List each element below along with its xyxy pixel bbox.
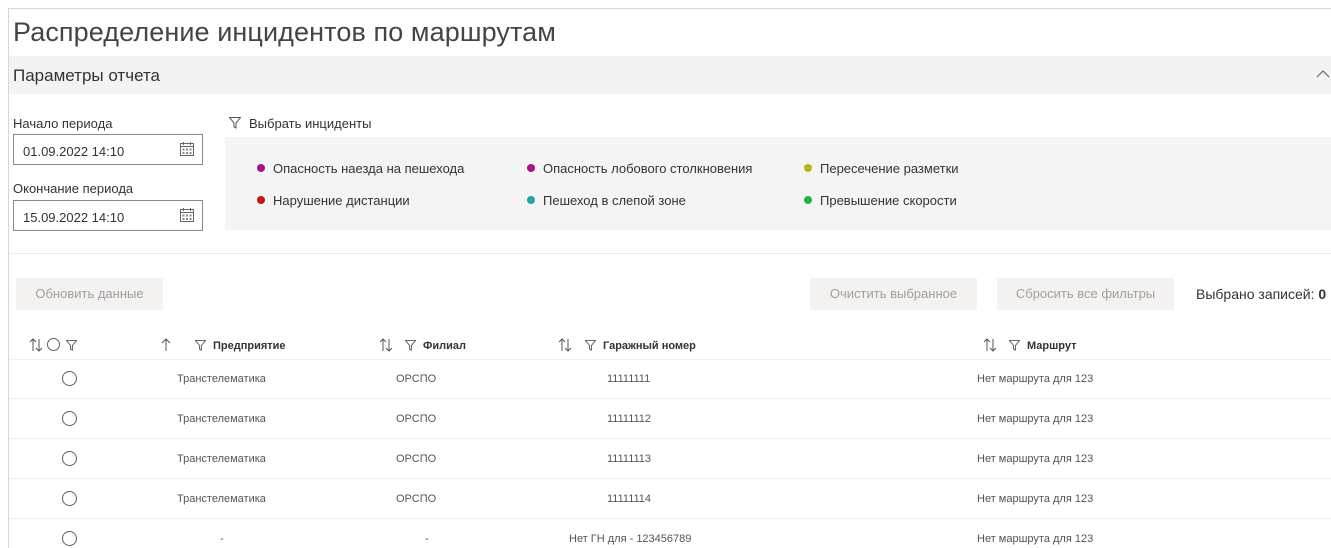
report-page: Распределение инцидентов по маршрутам Па…	[8, 8, 1331, 548]
page-title: Распределение инцидентов по маршрутам	[13, 17, 556, 47]
report-params-title: Параметры отчета	[13, 66, 161, 85]
table-divider	[9, 359, 1331, 360]
cell-route: Нет маршрута для 123	[977, 373, 1094, 385]
incident-item[interactable]: Нарушение дистанции	[257, 193, 410, 208]
cell-garage-number: 11111114	[607, 493, 652, 505]
cell-branch: -	[425, 533, 429, 545]
row-divider	[9, 478, 1331, 479]
row-divider	[9, 518, 1331, 519]
row-select-radio[interactable]	[62, 531, 77, 546]
cell-route: Нет маршрута для 123	[977, 453, 1094, 465]
column-header-garage-number[interactable]: Гаражный номер	[603, 340, 696, 352]
filter-icon[interactable]	[195, 340, 206, 351]
cell-enterprise: Транстелематика	[177, 373, 266, 385]
incident-item[interactable]: Пешеход в слепой зоне	[527, 193, 686, 208]
column-header-enterprise[interactable]: Предприятие	[213, 340, 286, 352]
filter-icon[interactable]	[405, 340, 416, 351]
row-divider	[9, 438, 1331, 439]
selected-records-value: 0	[1318, 286, 1327, 302]
section-divider	[9, 253, 1331, 254]
clear-selected-button[interactable]: Очистить выбранное	[810, 278, 977, 310]
select-all-radio[interactable]	[47, 338, 60, 351]
cell-enterprise: -	[220, 533, 224, 545]
incident-label: Превышение скорости	[820, 193, 957, 208]
cell-garage-number: Нет ГН для - 123456789	[569, 533, 692, 545]
incident-color-dot	[527, 164, 535, 172]
incident-color-dot	[257, 196, 265, 204]
sort-icon[interactable]	[983, 338, 997, 352]
cell-enterprise: Транстелематика	[177, 453, 266, 465]
incident-color-dot	[527, 196, 535, 204]
incident-color-dot	[804, 196, 812, 204]
selected-records-label: Выбрано записей:	[1196, 286, 1315, 302]
start-period-field[interactable]: 01.09.2022 14:10	[13, 134, 203, 165]
filter-icon[interactable]	[585, 340, 596, 351]
incident-label: Пешеход в слепой зоне	[543, 193, 686, 208]
cell-enterprise: Транстелематика	[177, 413, 266, 425]
row-select-radio[interactable]	[62, 491, 77, 506]
calendar-icon[interactable]	[180, 142, 194, 156]
start-period-value: 01.09.2022 14:10	[23, 144, 125, 159]
row-select-radio[interactable]	[62, 451, 77, 466]
incident-types-panel: Опасность наезда на пешехода Опасность л…	[225, 137, 1331, 230]
cell-route: Нет маршрута для 123	[977, 413, 1094, 425]
incident-color-dot	[257, 164, 265, 172]
incident-label: Пересечение разметки	[820, 161, 959, 176]
row-select-radio[interactable]	[62, 411, 77, 426]
cell-branch: ОРСПО	[396, 413, 437, 425]
sort-icon[interactable]	[558, 338, 572, 352]
report-params-header[interactable]: Параметры отчета	[9, 56, 1331, 94]
filter-icon[interactable]	[1009, 340, 1020, 351]
end-period-label: Окончание периода	[13, 181, 134, 196]
incident-item[interactable]: Пересечение разметки	[804, 161, 959, 176]
incident-item[interactable]: Опасность лобового столкновения	[527, 161, 752, 176]
chevron-up-icon[interactable]	[1316, 68, 1330, 80]
sort-ascending-icon[interactable]	[161, 338, 171, 352]
row-select-radio[interactable]	[62, 371, 77, 386]
column-header-branch[interactable]: Филиал	[423, 340, 466, 352]
incident-item[interactable]: Превышение скорости	[804, 193, 957, 208]
filter-icon[interactable]	[66, 340, 77, 351]
sort-icon[interactable]	[29, 338, 43, 352]
cell-branch: ОРСПО	[396, 453, 437, 465]
cell-branch: ОРСПО	[396, 493, 437, 505]
cell-garage-number: 11111111	[607, 373, 651, 385]
incident-label: Нарушение дистанции	[273, 193, 410, 208]
end-period-value: 15.09.2022 14:10	[23, 210, 125, 225]
refresh-data-button[interactable]: Обновить данные	[16, 278, 163, 310]
calendar-icon[interactable]	[180, 208, 194, 222]
sort-icon[interactable]	[379, 338, 393, 352]
column-header-route[interactable]: Маршрут	[1027, 340, 1077, 352]
cell-branch: ОРСПО	[396, 373, 437, 385]
incident-item[interactable]: Опасность наезда на пешехода	[257, 161, 464, 176]
cell-garage-number: 11111112	[607, 413, 652, 425]
cell-route: Нет маршрута для 123	[977, 493, 1094, 505]
end-period-field[interactable]: 15.09.2022 14:10	[13, 200, 203, 231]
incident-color-dot	[804, 164, 812, 172]
start-period-label: Начало периода	[13, 116, 113, 131]
incident-label: Опасность наезда на пешехода	[273, 161, 465, 176]
cell-garage-number: 11111113	[607, 453, 652, 465]
reset-filters-button[interactable]: Сбросить все фильтры	[997, 278, 1174, 310]
row-divider	[9, 398, 1331, 399]
filter-icon	[229, 117, 241, 129]
select-incidents-label: Выбрать инциденты	[249, 116, 372, 131]
incident-label: Опасность лобового столкновения	[543, 161, 753, 176]
cell-route: Нет маршрута для 123	[977, 533, 1094, 545]
selected-records-count: Выбрано записей: 0	[1196, 286, 1326, 302]
cell-enterprise: Транстелематика	[177, 493, 266, 505]
